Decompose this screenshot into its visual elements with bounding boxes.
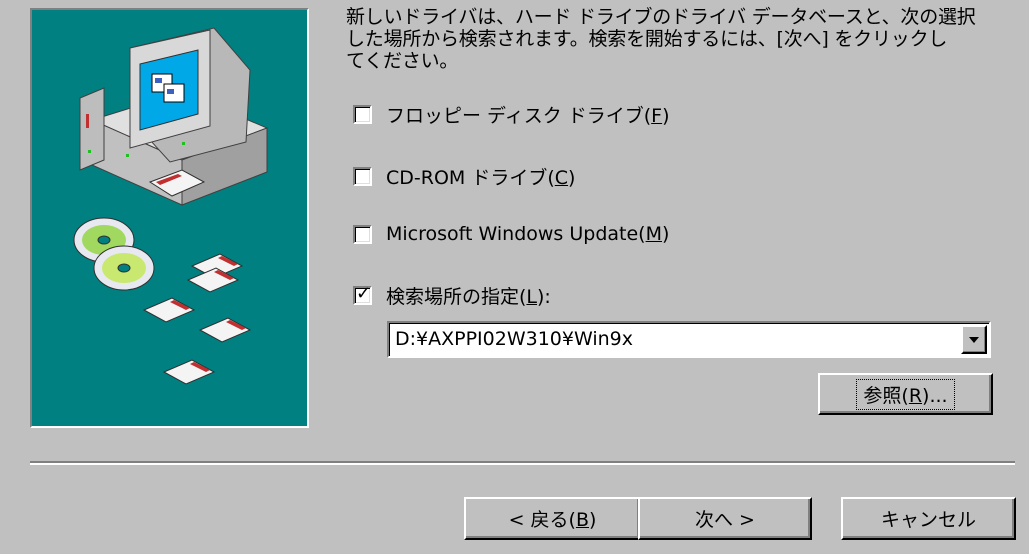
- floppy-drive-checkbox[interactable]: [353, 104, 372, 124]
- option-label: 検索場所の指定(L):: [386, 285, 551, 308]
- instruction-line: した場所から検索されます。検索を開始するには、[次へ] をクリックし: [346, 28, 948, 50]
- specify-location-option[interactable]: ✓ 検索場所の指定(L):: [353, 282, 551, 308]
- option-label: フロッピー ディスク ドライブ(F): [386, 104, 670, 127]
- option-label: Microsoft Windows Update(M): [386, 223, 670, 245]
- browse-button[interactable]: 参照(R)...: [818, 373, 993, 415]
- wizard-illustration: [30, 8, 309, 428]
- dropdown-button[interactable]: [961, 325, 987, 354]
- cancel-button[interactable]: キャンセル: [841, 497, 1016, 540]
- instruction-line: てください。: [346, 50, 459, 72]
- location-path-value[interactable]: D:¥AXPPI02W310¥Win9x: [395, 328, 633, 350]
- option-label: CD-ROM ドライブ(C): [386, 166, 576, 189]
- windows-update-checkbox[interactable]: [353, 224, 372, 244]
- back-button[interactable]: < 戻る(B): [464, 497, 641, 540]
- windows-update-option[interactable]: Microsoft Windows Update(M): [353, 222, 669, 246]
- instruction-text: 新しいドライバは、ハード ドライブのドライバ データベースと、次の選択 した場所…: [346, 6, 1006, 72]
- computer-illustration-icon: [73, 27, 269, 385]
- cdrom-drive-checkbox[interactable]: [353, 166, 372, 186]
- floppy-drive-option[interactable]: フロッピー ディスク ドライブ(F): [353, 102, 670, 127]
- next-button[interactable]: 次へ >: [638, 497, 812, 540]
- check-icon: ✓: [356, 282, 372, 304]
- location-combobox[interactable]: D:¥AXPPI02W310¥Win9x: [387, 321, 991, 358]
- specify-location-checkbox[interactable]: ✓: [353, 282, 372, 305]
- cdrom-drive-option[interactable]: CD-ROM ドライブ(C): [353, 164, 576, 189]
- instruction-line: 新しいドライバは、ハード ドライブのドライバ データベースと、次の選択: [346, 6, 976, 28]
- chevron-down-icon: [969, 336, 979, 343]
- footer-separator: [30, 461, 1015, 465]
